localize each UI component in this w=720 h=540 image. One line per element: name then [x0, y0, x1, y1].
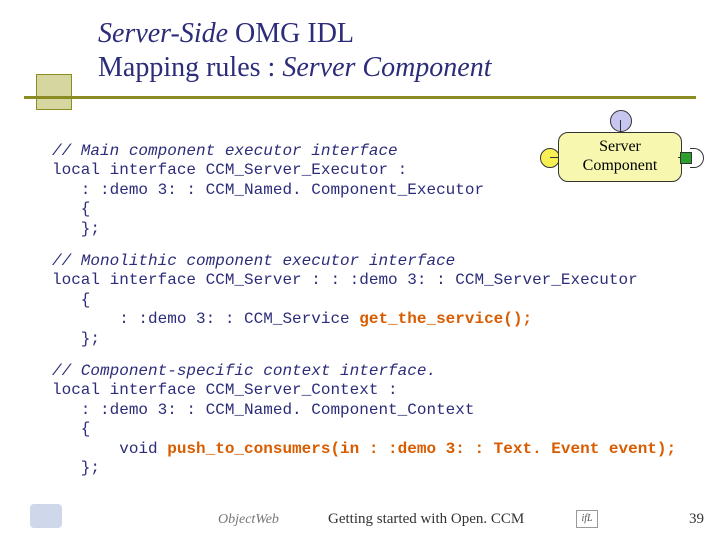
title-decor-box	[36, 74, 72, 110]
b2-comment: // Monolithic component executor interfa…	[52, 252, 455, 270]
b2-l2: {	[52, 291, 90, 309]
title-part1-italic: Server-Side	[98, 18, 228, 49]
b3-l4b: push_to_consumers(in : :demo 3: : Text. …	[167, 440, 676, 458]
b1-l2: : :demo 3: : CCM_Named. Component_Execut…	[52, 181, 484, 199]
b2-l3b: get_the_service();	[359, 310, 532, 328]
title-part2-plain: Mapping rules :	[98, 52, 282, 83]
b3-l2: : :demo 3: : CCM_Named. Component_Contex…	[52, 401, 474, 419]
recept-arc	[690, 148, 704, 168]
component-diagram: Server Component	[550, 110, 686, 190]
title-part2-italic: Server Component	[282, 52, 491, 83]
b3-l1: local interface CCM_Server_Context :	[52, 381, 398, 399]
receptacle-right-icon	[680, 148, 700, 168]
provided-interface-left-icon	[540, 148, 560, 168]
slide: Server-Side OMG IDL Mapping rules : Serv…	[0, 0, 720, 540]
b2-l3a: : :demo 3: : CCM_Service	[52, 310, 359, 328]
logo-objectweb: ObjectWeb	[218, 512, 279, 528]
title-line-1: Server-Side OMG IDL	[98, 18, 678, 50]
component-body: Server Component	[558, 132, 682, 182]
b3-l3: {	[52, 420, 90, 438]
b3-l5: };	[52, 459, 100, 477]
logo-left-icon	[30, 504, 62, 528]
title-line-2: Mapping rules : Server Component	[98, 52, 678, 84]
b3-comment: // Component-specific context interface.	[52, 362, 436, 380]
lolli-stem-top	[620, 120, 621, 132]
provided-interface-top-icon	[610, 110, 632, 132]
title-block: Server-Side OMG IDL Mapping rules : Serv…	[98, 18, 678, 84]
logo-ifl: ifL	[576, 510, 598, 528]
component-label-2: Component	[583, 157, 658, 174]
footer-caption: Getting started with Open. CCM	[328, 511, 524, 528]
code-block-1: // Main component executor interface loc…	[52, 122, 484, 239]
code-block-3: // Component-specific context interface.…	[52, 342, 676, 479]
page-number: 39	[689, 511, 704, 528]
b1-l1: local interface CCM_Server_Executor :	[52, 161, 407, 179]
b3-l4a: void	[52, 440, 167, 458]
footer: ObjectWeb Getting started with Open. CCM…	[0, 506, 720, 532]
title-underline	[24, 96, 696, 99]
b2-l1: local interface CCM_Server : : :demo 3: …	[52, 271, 638, 289]
b1-comment: // Main component executor interface	[52, 142, 398, 160]
code-block-2: // Monolithic component executor interfa…	[52, 232, 638, 349]
b1-l3: {	[52, 200, 90, 218]
title-part1-rest: OMG IDL	[228, 18, 354, 49]
component-label-1: Server	[599, 138, 641, 155]
